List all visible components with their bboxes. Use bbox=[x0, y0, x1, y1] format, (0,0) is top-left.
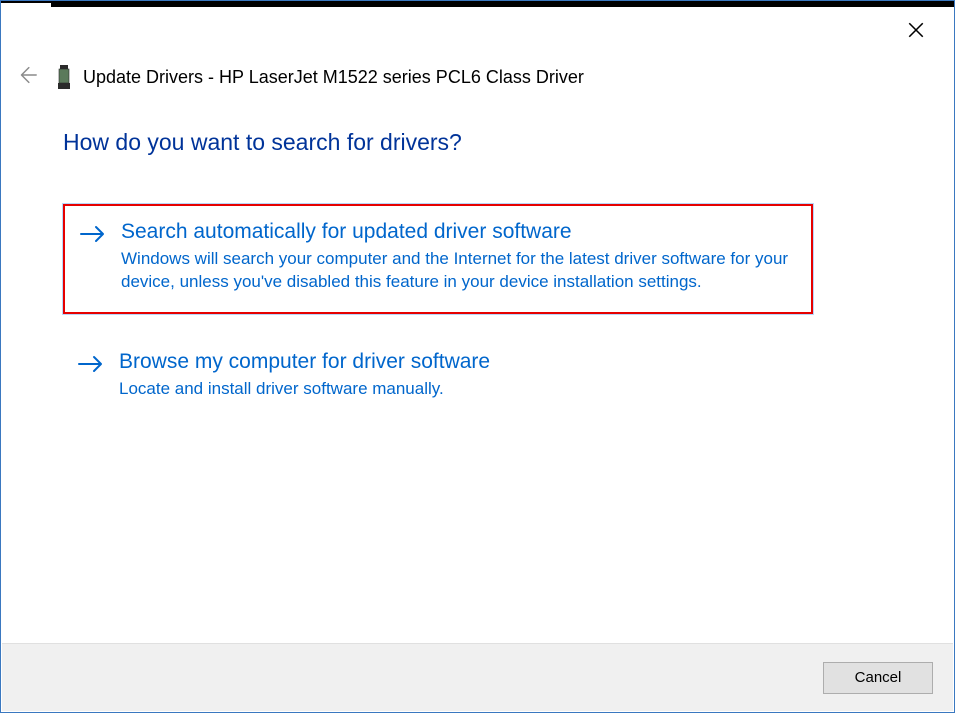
wizard-title: Update Drivers - HP LaserJet M1522 serie… bbox=[83, 67, 584, 88]
wizard-question: How do you want to search for drivers? bbox=[63, 129, 894, 156]
wizard-header: Update Drivers - HP LaserJet M1522 serie… bbox=[15, 63, 940, 91]
arrow-right-icon bbox=[77, 354, 105, 379]
update-driver-wizard-window: Update Drivers - HP LaserJet M1522 serie… bbox=[0, 0, 955, 713]
option-title: Browse my computer for driver software bbox=[119, 350, 793, 374]
option-search-automatically[interactable]: Search automatically for updated driver … bbox=[63, 204, 813, 314]
window-top-edge bbox=[1, 1, 954, 7]
back-button[interactable] bbox=[15, 65, 39, 89]
wizard-content: How do you want to search for drivers? S… bbox=[63, 129, 894, 441]
back-arrow-icon bbox=[16, 64, 38, 91]
option-description: Windows will search your computer and th… bbox=[121, 248, 791, 294]
option-description: Locate and install driver software manua… bbox=[119, 378, 793, 401]
option-title: Search automatically for updated driver … bbox=[121, 220, 791, 244]
cancel-button[interactable]: Cancel bbox=[823, 662, 933, 694]
option-browse-computer[interactable]: Browse my computer for driver software L… bbox=[63, 336, 813, 419]
device-icon bbox=[57, 63, 71, 91]
close-button[interactable] bbox=[896, 17, 936, 47]
close-icon bbox=[907, 21, 925, 44]
wizard-footer: Cancel bbox=[2, 643, 953, 711]
arrow-right-icon bbox=[79, 224, 107, 249]
